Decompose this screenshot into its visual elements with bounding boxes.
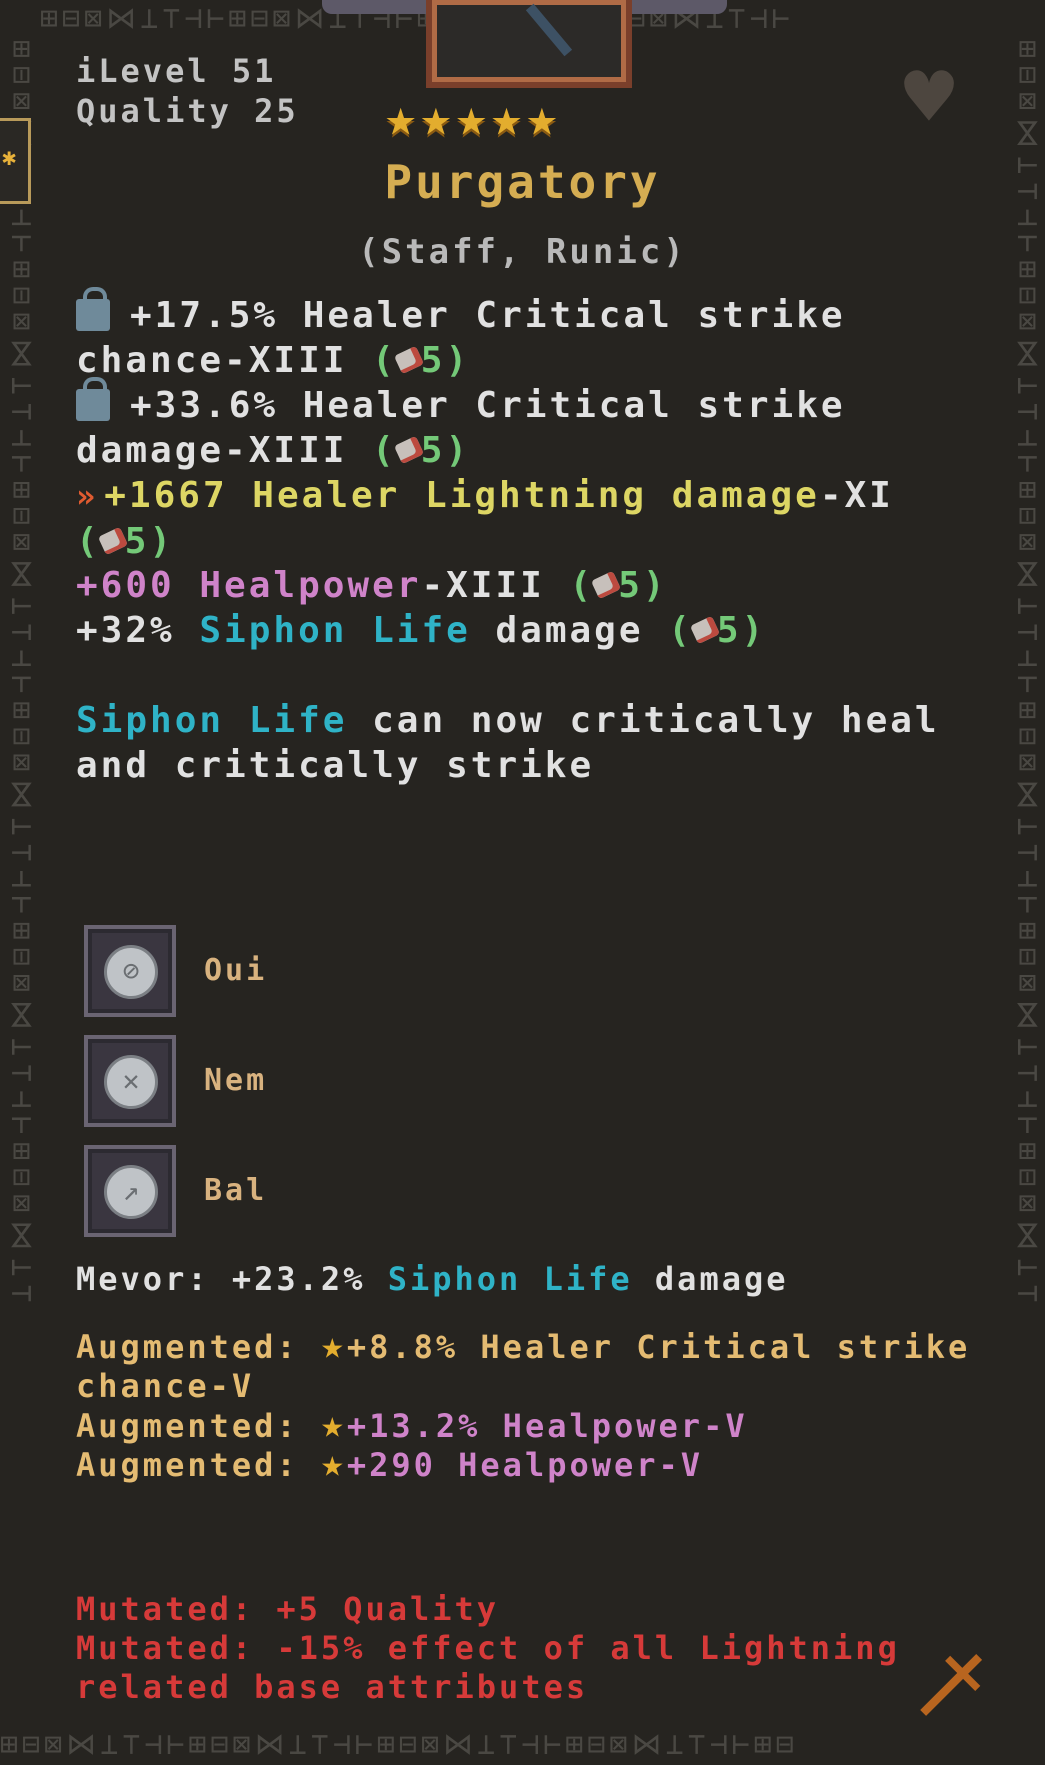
stat-tier: chance-XIII — [76, 340, 348, 381]
item-icon-slot[interactable] — [426, 0, 632, 88]
rune-socket[interactable]: ⊘ Oui — [84, 925, 484, 1021]
rune-label: Bal — [204, 1173, 268, 1208]
lock-icon — [76, 377, 110, 421]
augment-label: Augmented: — [76, 1328, 299, 1366]
rune-stone-icon: ⊘ — [104, 945, 158, 999]
rarity-stars: ★★★★★ — [385, 88, 562, 148]
item-type: (Staff, Runic) — [358, 232, 687, 272]
star-icon: ★ — [320, 1402, 347, 1446]
augment-label: Augmented: — [76, 1446, 299, 1484]
augment-value: +290 Healpower-V — [346, 1446, 704, 1484]
augment-label: Augmented: — [76, 1407, 299, 1445]
gem-icon — [591, 570, 622, 600]
rune-slot[interactable]: ↗ — [84, 1145, 176, 1237]
star-icon: ★ — [320, 1441, 347, 1485]
gem-count: (5) — [668, 610, 767, 651]
rune-label: Oui — [204, 953, 268, 988]
mutation-line: related base attributes — [76, 1668, 589, 1706]
stat-tier: -XI — [819, 475, 894, 516]
gem-icon — [393, 345, 424, 375]
rune-border-right: ⊞⊟⊠⋈⊥⊤⊣⊢⊞⊟⊠⋈⊥⊤⊣⊢⊞⊟⊠⋈⊥⊤⊣⊢⊞⊟⊠⋈⊥⊤⊣⊢⊞⊟⊠⋈⊥⊤⊣⊢… — [1010, 40, 1042, 1311]
star-icon: ★ — [320, 1323, 347, 1367]
augment-value: +13.2% Healpower-V — [346, 1407, 748, 1445]
stat-line: +33.6% Healer Critical strike damage-XII… — [76, 377, 976, 473]
mutation-line: Mutated: -15% effect of all Lightning — [76, 1629, 900, 1667]
rune-border-left: ⊞⊟⊠⋈⊥⊤⊣⊢⊞⊟⊠⋈⊥⊤⊣⊢⊞⊟⊠⋈⊥⊤⊣⊢⊞⊟⊠⋈⊥⊤⊣⊢⊞⊟⊠⋈⊥⊤⊣⊢… — [4, 40, 36, 1311]
mutation-line: Mutated: +5 Quality — [76, 1590, 500, 1628]
augment-line: Augmented: ★+13.2% Healpower-V — [76, 1405, 976, 1446]
gem-icon — [393, 435, 424, 465]
rune-slot[interactable]: ✕ — [84, 1035, 176, 1127]
legendary-chevron-icon: » — [76, 477, 99, 515]
runeword-bonus: Mevor: +23.2% Siphon Life damage — [76, 1260, 789, 1298]
stat-line: +32% Siphon Life damage (5) — [76, 610, 767, 651]
gem-count: (5) — [372, 340, 471, 381]
rune-label: Nem — [204, 1063, 268, 1098]
skill-name: Siphon Life — [199, 610, 471, 651]
skill-name: Siphon Life — [76, 700, 348, 741]
lock-icon — [76, 287, 110, 331]
skill-name: Siphon Life — [387, 1260, 633, 1298]
augment-line: Augmented: ★+290 Healpower-V — [76, 1444, 976, 1485]
item-quality: Quality 25 — [76, 92, 299, 130]
item-name: Purgatory — [384, 155, 661, 209]
stat-value: +1667 Healer Lightning damage — [104, 475, 820, 516]
augment-line: Augmented: ★+8.8% Healer Critical strike… — [76, 1323, 971, 1406]
gem-icon — [97, 526, 128, 556]
stat-value: +17.5% Healer Critical strike — [130, 295, 846, 336]
stat-tier: -XIII — [421, 565, 545, 606]
stat-line: +600 Healpower-XIII (5) — [76, 563, 976, 608]
gem-icon — [689, 615, 720, 645]
stat-line: +17.5% Healer Critical strike chance-XII… — [76, 287, 976, 383]
item-level: iLevel 51 — [76, 52, 277, 90]
stat-line: » +1667 Healer Lightning damage-XI (5) — [76, 473, 976, 564]
rune-socket[interactable]: ↗ Bal — [84, 1145, 484, 1241]
staff-icon — [525, 3, 573, 57]
stat-value: +33.6% Healer Critical strike — [130, 385, 846, 426]
rune-socket[interactable]: ✕ Nem — [84, 1035, 484, 1131]
rune-slot[interactable]: ⊘ — [84, 925, 176, 1017]
gem-count: (5) — [76, 521, 175, 562]
augment-value: +8.8% Healer Critical strike — [346, 1328, 971, 1366]
item-effect: Siphon Life can now critically heal and … — [76, 700, 940, 786]
rune-stone-icon: ↗ — [104, 1165, 158, 1219]
favorite-heart-icon[interactable]: ♥ — [890, 55, 968, 139]
stat-tier: damage-XIII — [76, 430, 348, 471]
rune-stone-icon: ✕ — [104, 1055, 158, 1109]
rune-border-bottom: ⊞⊟⊠⋈⊥⊤⊣⊢⊞⊟⊠⋈⊥⊤⊣⊢⊞⊟⊠⋈⊥⊤⊣⊢⊞⊟⊠⋈⊥⊤⊣⊢⊞⊟ — [0, 1730, 798, 1762]
stat-value: +600 Healpower — [76, 565, 422, 606]
gem-count: (5) — [372, 430, 471, 471]
gem-count: (5) — [569, 565, 668, 606]
